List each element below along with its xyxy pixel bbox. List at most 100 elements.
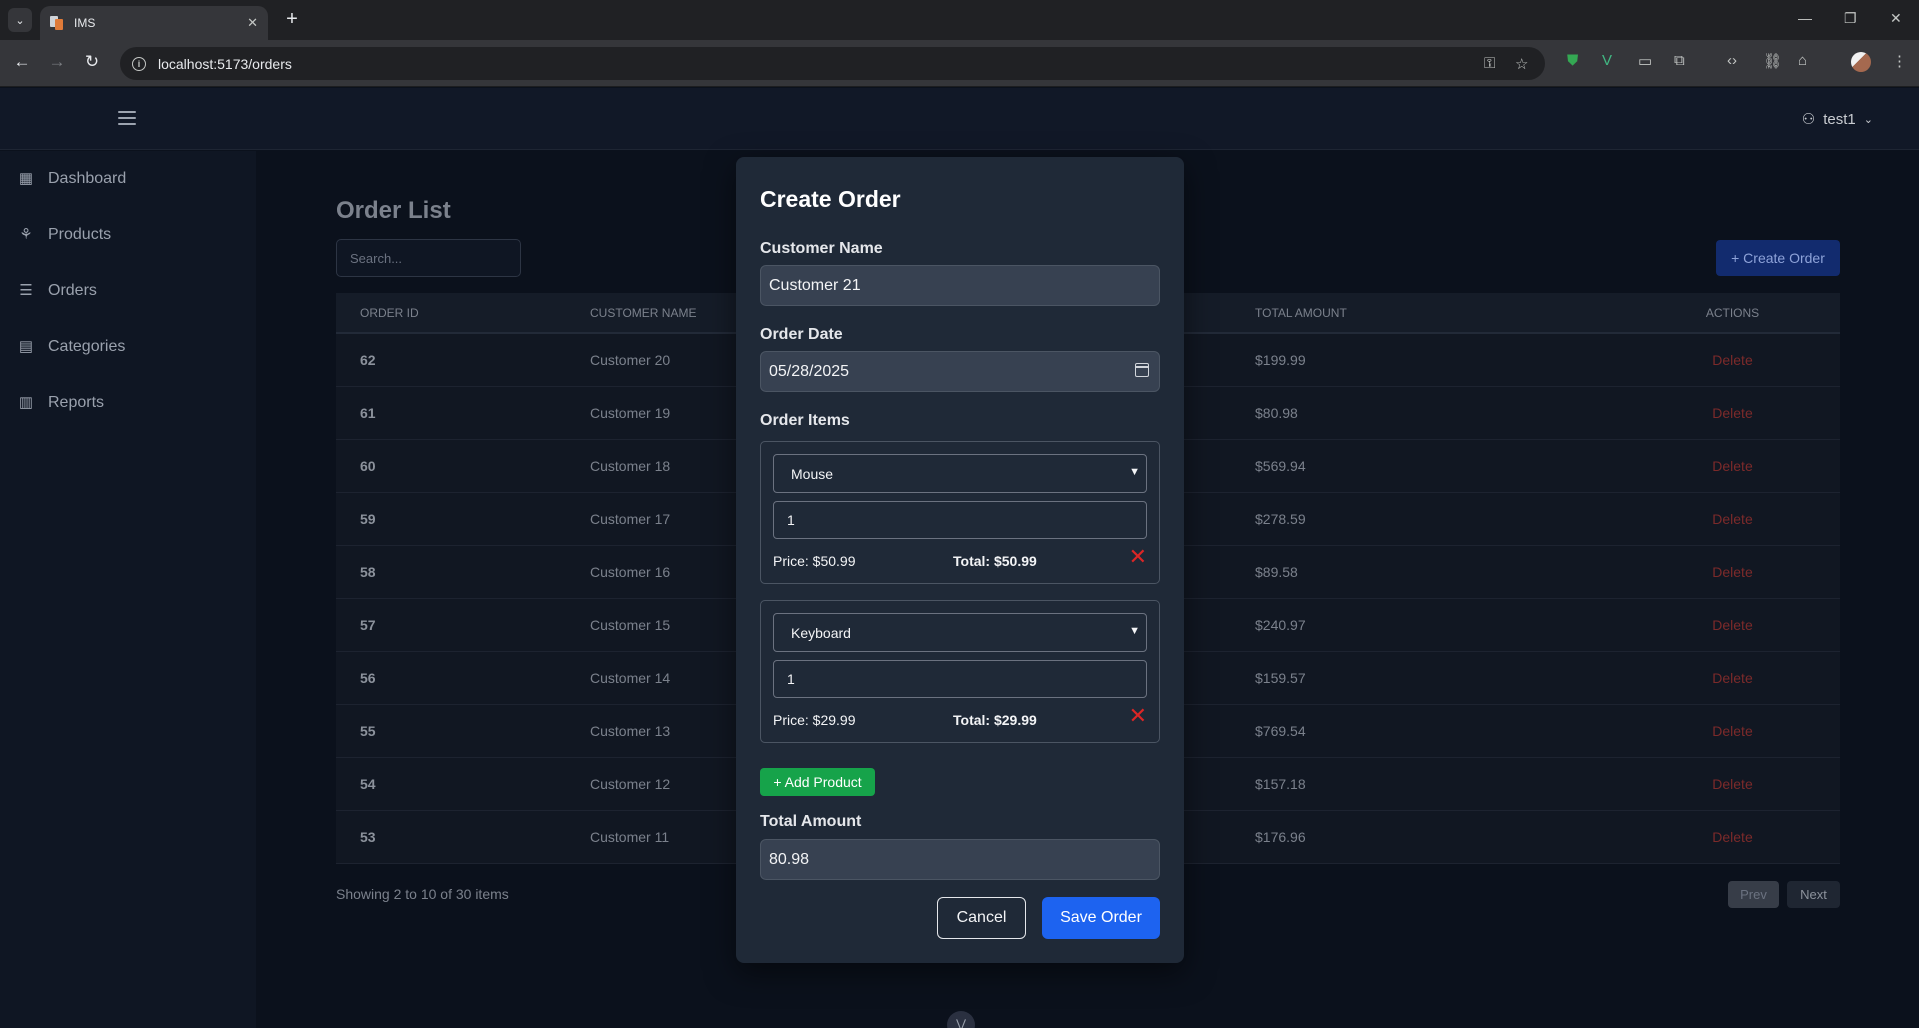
minimize-icon[interactable]: — [1798, 10, 1812, 26]
restore-icon[interactable]: ❐ [1844, 10, 1857, 27]
sidebar-item-label: Products [48, 226, 112, 243]
remove-item-close-icon[interactable]: ✕ [1129, 546, 1147, 568]
reload-icon[interactable]: ↻ [80, 52, 104, 72]
delete-link[interactable]: Delete [1625, 564, 1840, 580]
order-id-cell: 61 [360, 405, 376, 421]
address-bar[interactable]: i localhost:5173/orders ⚿ ☆ [120, 47, 1545, 80]
tab-search-chevron-icon[interactable]: ⌄ [8, 8, 32, 32]
total-amount-cell: $80.98 [1255, 405, 1298, 421]
order-id-cell: 62 [360, 352, 376, 368]
delete-link[interactable]: Delete [1625, 405, 1840, 421]
customer-name-input[interactable]: Customer 21 [760, 265, 1160, 306]
product-select[interactable]: Mouse ▼ [773, 454, 1147, 493]
tab-close-icon[interactable]: ✕ [247, 15, 258, 31]
pagination-summary: Showing 2 to 10 of 30 items [336, 886, 509, 902]
chevron-down-icon: ▼ [1129, 625, 1140, 637]
order-id-cell: 57 [360, 617, 376, 633]
item-total: Total: $50.99 [953, 553, 1037, 569]
picture-in-picture-icon[interactable]: ▭ [1638, 52, 1652, 70]
total-amount-cell: $199.99 [1255, 352, 1306, 368]
add-product-button[interactable]: + Add Product [760, 768, 875, 796]
order-id-cell: 60 [360, 458, 376, 474]
grid-icon: ▦ [18, 170, 34, 187]
url-text: localhost:5173/orders [158, 55, 292, 72]
scroll-down-chevron-icon[interactable]: ⋁ [947, 1011, 975, 1028]
sidebar-item-label: Categories [48, 338, 126, 355]
calendar-icon[interactable] [1135, 363, 1149, 377]
item-total: Total: $29.99 [953, 712, 1037, 728]
link-icon[interactable]: ⛓ [1763, 52, 1782, 70]
sidebar-item-reports[interactable]: ▥ Reports [0, 375, 256, 431]
bookmark-star-icon[interactable]: ☆ [1515, 55, 1528, 73]
sidebar-item-categories[interactable]: ▤ Categories [0, 319, 256, 375]
delete-link[interactable]: Delete [1625, 776, 1840, 792]
create-order-button[interactable]: + Create Order [1716, 240, 1840, 276]
sidebar-item-orders[interactable]: ☰ Orders [0, 263, 256, 319]
create-order-modal: Create Order Customer Name Customer 21 O… [736, 157, 1184, 963]
total-amount-input[interactable]: 80.98 [760, 839, 1160, 880]
remove-item-close-icon[interactable]: ✕ [1129, 705, 1147, 727]
app-header: ⚇ test1 ⌄ [0, 88, 1919, 150]
total-amount-cell: $769.54 [1255, 723, 1306, 739]
delete-link[interactable]: Delete [1625, 670, 1840, 686]
order-date-input[interactable]: 05/28/2025 [760, 351, 1160, 392]
site-info-icon[interactable]: i [132, 56, 146, 71]
total-amount-label: Total Amount [760, 813, 862, 830]
browser-tab[interactable]: IMS ✕ [40, 6, 268, 40]
delete-link[interactable]: Delete [1625, 829, 1840, 845]
sidebar-item-dashboard[interactable]: ▦ Dashboard [0, 151, 256, 207]
item-price: Price: $50.99 [773, 553, 856, 569]
search-input[interactable]: Search... [336, 239, 521, 277]
vue-extension-icon[interactable]: V [1602, 52, 1612, 69]
devtools-code-icon[interactable]: ‹› [1727, 52, 1737, 69]
incognito-icon[interactable]: ⌂ [1798, 52, 1807, 69]
favicon-icon [50, 16, 64, 30]
browser-menu-icon[interactable]: ⋮ [1892, 52, 1907, 70]
total-amount-cell: $278.59 [1255, 511, 1306, 527]
total-amount-cell: $240.97 [1255, 617, 1306, 633]
delete-link[interactable]: Delete [1625, 458, 1840, 474]
column-header-total-amount[interactable]: TOTAL AMOUNT [1255, 306, 1625, 320]
delete-link[interactable]: Delete [1625, 352, 1840, 368]
quantity-input[interactable]: 1 [773, 501, 1147, 539]
total-amount-cell: $569.94 [1255, 458, 1306, 474]
sidebar: ▦ Dashboard ⚘ Products ☰ Orders ▤ Catego… [0, 151, 256, 1028]
order-date-value: 05/28/2025 [769, 362, 850, 380]
user-icon: ⚇ [1801, 111, 1816, 128]
prev-page-button[interactable]: Prev [1728, 881, 1779, 908]
forward-arrow-icon[interactable]: → [45, 52, 69, 72]
cancel-button[interactable]: Cancel [937, 897, 1026, 939]
product-select-value: Mouse [791, 465, 834, 482]
order-id-cell: 58 [360, 564, 376, 580]
shield-extension-icon[interactable]: ⛊ [1567, 52, 1578, 69]
next-page-button[interactable]: Next [1787, 881, 1840, 908]
order-id-cell: 56 [360, 670, 376, 686]
sidebar-item-label: Dashboard [48, 170, 127, 187]
sidebar-item-products[interactable]: ⚘ Products [0, 207, 256, 263]
order-id-cell: 54 [360, 776, 376, 792]
hamburger-menu-icon[interactable] [118, 111, 136, 125]
delete-link[interactable]: Delete [1625, 723, 1840, 739]
total-amount-cell: $89.58 [1255, 564, 1298, 580]
total-amount-cell: $176.96 [1255, 829, 1306, 845]
password-key-icon[interactable]: ⚿ [1484, 55, 1495, 72]
back-arrow-icon[interactable]: ← [10, 52, 34, 72]
list-icon: ☰ [19, 282, 33, 299]
user-menu[interactable]: ⚇ test1 ⌄ [1801, 110, 1873, 129]
new-tab-plus-icon[interactable]: + [280, 8, 304, 32]
column-header-order-id[interactable]: ORDER ID [336, 306, 590, 320]
order-item-card: Keyboard ▼ 1 Price: $29.99 Total: $29.99… [760, 600, 1160, 743]
browser-profile-avatar[interactable] [1851, 52, 1871, 72]
product-select[interactable]: Keyboard ▼ [773, 613, 1147, 652]
window-close-icon[interactable]: ✕ [1890, 10, 1902, 27]
sidebar-item-label: Reports [48, 394, 105, 411]
customer-name-label: Customer Name [760, 240, 883, 257]
extensions-puzzle-icon[interactable]: ⧉ [1674, 52, 1685, 69]
save-order-button[interactable]: Save Order [1042, 897, 1160, 939]
quantity-input[interactable]: 1 [773, 660, 1147, 698]
order-items-label: Order Items [760, 412, 850, 429]
delete-link[interactable]: Delete [1625, 617, 1840, 633]
browser-toolbar: ← → ↻ i localhost:5173/orders ⚿ ☆ [0, 40, 1919, 87]
delete-link[interactable]: Delete [1625, 511, 1840, 527]
order-item-card: Mouse ▼ 1 Price: $50.99 Total: $50.99 ✕ [760, 441, 1160, 584]
